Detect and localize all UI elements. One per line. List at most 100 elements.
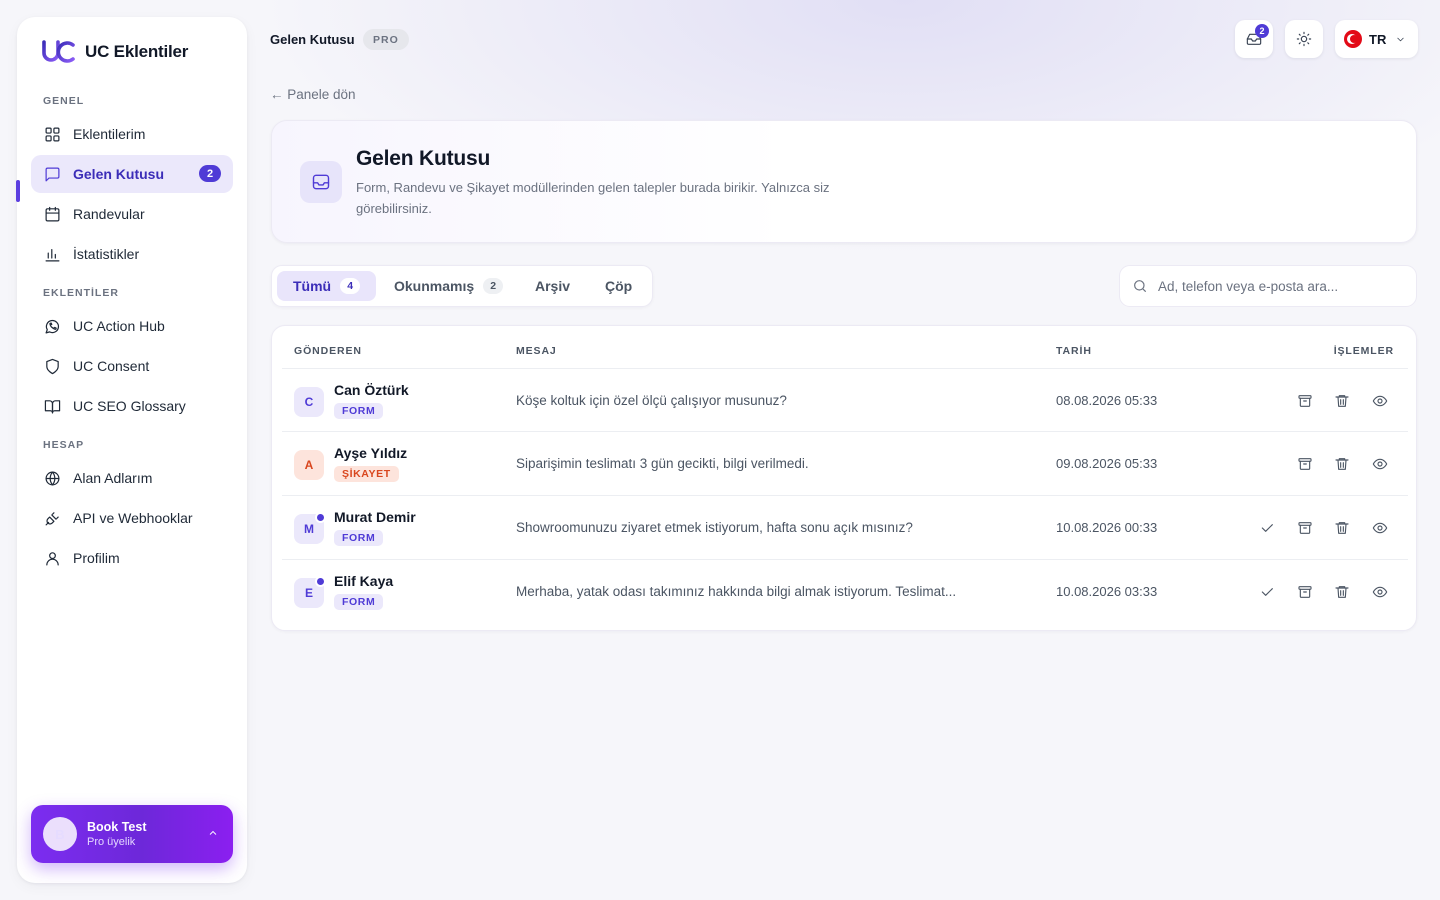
delete-button[interactable] (1332, 518, 1352, 538)
search-icon (1134, 280, 1146, 292)
mark-read-button[interactable] (1257, 582, 1277, 602)
notification-count: 2 (1255, 24, 1269, 38)
avatar-initial: E (304, 586, 313, 600)
sidebar-item-uc-action-hub[interactable]: UC Action Hub (31, 307, 233, 345)
type-badge: FORM (334, 403, 384, 419)
notifications-button[interactable]: 2 (1235, 20, 1273, 58)
chevron-up-icon (209, 830, 217, 835)
tab-arsiv[interactable]: Arşiv (519, 271, 586, 301)
tab-label: Arşiv (535, 278, 571, 294)
webhook-plug-icon (45, 511, 59, 525)
delete-button[interactable] (1332, 582, 1352, 602)
inbox-count-badge: 2 (199, 165, 221, 182)
archive-button[interactable] (1295, 454, 1315, 474)
delete-button[interactable] (1332, 391, 1352, 411)
avatar-initial: A (304, 458, 314, 472)
type-badge: FORM (334, 530, 384, 546)
avatar: M (294, 512, 326, 544)
inbox-icon (300, 161, 342, 203)
shield-icon (46, 358, 59, 374)
message-preview: Merhaba, yatak odası takımınız hakkında … (516, 584, 957, 599)
sidebar-item-eklentilerim[interactable]: Eklentilerim (31, 115, 233, 153)
sidebar-item-api-webhooklar[interactable]: API ve Webhooklar (31, 499, 233, 537)
brand-name: UC Eklentiler (85, 42, 189, 61)
sidebar-item-label: Eklentilerim (73, 126, 146, 142)
sidebar: UC Eklentiler GENEL Eklentilerim Gelen K… (16, 17, 247, 883)
sender-name: Ayşe Yıldız (334, 445, 408, 461)
user-name: Book Test (87, 820, 147, 834)
avatar: C (294, 387, 324, 417)
type-badge: FORM (334, 594, 384, 610)
search-box (1119, 265, 1417, 307)
sidebar-item-label: İstatistikler (73, 246, 140, 262)
archive-icon (1298, 522, 1312, 534)
column-header-actions: İŞLEMLER (1333, 345, 1394, 357)
sun-icon (1296, 31, 1312, 47)
message-date: 08.08.2026 05:33 (1056, 393, 1158, 408)
view-button[interactable] (1370, 518, 1390, 538)
delete-button[interactable] (1332, 454, 1352, 474)
message-square-icon (45, 167, 60, 181)
table-row[interactable]: E Elif Kaya FORM Merhaba, yatak odası ta… (282, 559, 1408, 623)
sidebar-item-istatistikler[interactable]: İstatistikler (31, 235, 233, 273)
uc-logo-icon (42, 40, 75, 63)
avatar-initial: C (304, 395, 314, 409)
sidebar-item-label: Alan Adlarım (73, 470, 153, 486)
archive-icon (1298, 458, 1312, 470)
sidebar-item-label: Randevular (73, 206, 145, 222)
unread-dot (315, 576, 326, 587)
whatsapp-icon (45, 319, 60, 333)
message-date: 10.08.2026 00:33 (1056, 520, 1158, 535)
page-header-card: Gelen Kutusu Form, Randevu ve Şikayet mo… (271, 120, 1417, 243)
search-input[interactable] (1158, 278, 1408, 294)
trash-icon (1335, 395, 1349, 407)
tab-label: Tümü (293, 278, 332, 294)
user-plan: Pro üyelik (87, 836, 136, 848)
message-preview: Showroomunuzu ziyaret etmek istiyorum, h… (516, 520, 913, 535)
archive-icon (1298, 586, 1312, 598)
sidebar-item-gelen-kutusu[interactable]: Gelen Kutusu 2 (31, 155, 233, 193)
breadcrumb: Gelen Kutusu (270, 32, 355, 47)
messages-table: GÖNDEREN MESAJ TARİH İŞLEMLER C Can Öztü… (271, 325, 1417, 631)
sidebar-item-uc-seo-glossary[interactable]: UC SEO Glossary (31, 387, 233, 425)
table-row[interactable]: M Murat Demir FORM Showroomunuzu ziyaret… (282, 495, 1408, 559)
tab-tumu[interactable]: Tümü 4 (277, 271, 377, 301)
turkey-flag-icon (1344, 30, 1362, 48)
tab-count: 4 (340, 278, 361, 294)
table-row[interactable]: C Can Öztürk FORM Köşe koltuk için özel … (282, 368, 1408, 432)
column-header-sender: GÖNDEREN (294, 345, 362, 357)
sidebar-item-label: UC Action Hub (73, 318, 165, 334)
language-selector[interactable]: TR (1335, 20, 1418, 58)
sidebar-item-randevular[interactable]: Randevular (31, 195, 233, 233)
archive-button[interactable] (1295, 582, 1315, 602)
theme-toggle-button[interactable] (1285, 20, 1323, 58)
trash-icon (1335, 522, 1349, 534)
user-menu-button[interactable]: B Book Test Pro üyelik (31, 805, 233, 863)
archive-button[interactable] (1295, 518, 1315, 538)
eye-icon (1372, 586, 1388, 598)
sidebar-item-label: UC Consent (73, 358, 150, 374)
language-code: TR (1369, 31, 1387, 47)
brand[interactable]: UC Eklentiler (41, 39, 188, 65)
sidebar-item-uc-consent[interactable]: UC Consent (31, 347, 233, 385)
avatar: B (43, 817, 77, 851)
back-to-panel-link[interactable]: ← Panele dön (270, 87, 356, 102)
check-icon (1261, 524, 1273, 532)
section-label-genel: GENEL (43, 95, 85, 107)
view-button[interactable] (1370, 582, 1390, 602)
tab-cop[interactable]: Çöp (589, 271, 648, 301)
message-date: 09.08.2026 05:33 (1056, 456, 1158, 471)
message-preview: Köşe koltuk için özel ölçü çalışıyor mus… (516, 393, 787, 408)
view-button[interactable] (1370, 454, 1390, 474)
sidebar-item-profilim[interactable]: Profilim (31, 539, 233, 577)
tab-label: Çöp (605, 278, 633, 294)
archive-button[interactable] (1295, 391, 1315, 411)
section-label-hesap: HESAP (43, 439, 85, 451)
mark-read-button[interactable] (1257, 518, 1277, 538)
view-button[interactable] (1370, 391, 1390, 411)
tab-okunmamis[interactable]: Okunmamış 2 (378, 271, 519, 301)
message-date: 10.08.2026 03:33 (1056, 584, 1158, 599)
sender-name: Can Öztürk (334, 382, 409, 398)
table-row[interactable]: A Ayşe Yıldız ŞİKAYET Siparişimin teslim… (282, 431, 1408, 495)
sidebar-item-alan-adlarim[interactable]: Alan Adlarım (31, 459, 233, 497)
